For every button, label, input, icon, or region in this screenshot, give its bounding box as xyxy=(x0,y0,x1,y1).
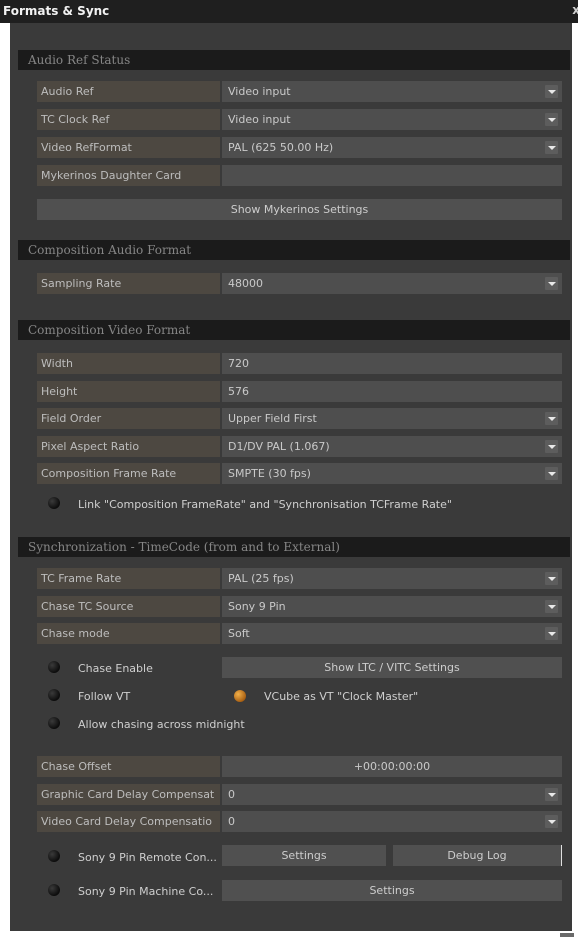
vcube-clock-master-label: VCube as VT "Clock Master" xyxy=(264,690,419,703)
chevron-down-icon[interactable] xyxy=(545,815,558,828)
chevron-down-icon[interactable] xyxy=(545,440,558,453)
mykerinos-card-label: Mykerinos Daughter Card xyxy=(37,165,220,186)
audio-ref-label: Audio Ref xyxy=(37,81,220,102)
graphic-card-delay-row: Graphic Card Delay Compensat 0 xyxy=(37,784,562,805)
sampling-rate-row: Sampling Rate 48000 xyxy=(37,273,562,294)
chevron-down-icon[interactable] xyxy=(545,113,558,126)
chevron-down-icon[interactable] xyxy=(545,467,558,480)
sony-machine-label: Sony 9 Pin Machine Co... xyxy=(78,885,214,898)
chevron-down-icon[interactable] xyxy=(545,141,558,154)
sampling-rate-label: Sampling Rate xyxy=(37,273,220,294)
link-frame-rate-toggle[interactable] xyxy=(48,497,60,509)
section-header-composition-video: Composition Video Format xyxy=(18,320,570,340)
audio-ref-select[interactable]: Video input xyxy=(222,81,562,102)
mykerinos-card-value xyxy=(222,165,562,186)
section-header-audio-ref-status: Audio Ref Status xyxy=(18,50,570,70)
tc-frame-rate-select[interactable]: PAL (25 fps) xyxy=(222,568,562,589)
chevron-down-icon[interactable] xyxy=(545,572,558,585)
chase-mode-select[interactable]: Soft xyxy=(222,623,562,644)
video-card-delay-label: Video Card Delay Compensatio xyxy=(37,811,220,832)
field-order-row: Field Order Upper Field First xyxy=(37,408,562,429)
chevron-down-icon[interactable] xyxy=(545,85,558,98)
chase-enable-toggle[interactable] xyxy=(48,661,60,673)
tc-clock-ref-select[interactable]: Video input xyxy=(222,109,562,130)
video-ref-format-row: Video RefFormat PAL (625 50.00 Hz) xyxy=(37,137,562,158)
chevron-down-icon[interactable] xyxy=(545,788,558,801)
chase-mode-row: Chase mode Soft xyxy=(37,623,562,644)
section-header-synchronization: Synchronization - TimeCode (from and to … xyxy=(18,537,570,557)
video-ref-format-select[interactable]: PAL (625 50.00 Hz) xyxy=(222,137,562,158)
video-card-delay-select[interactable]: 0 xyxy=(222,811,562,832)
width-row: Width 720 xyxy=(37,353,562,374)
pixel-aspect-select[interactable]: D1/DV PAL (1.067) xyxy=(222,436,562,457)
tc-frame-rate-row: TC Frame Rate PAL (25 fps) xyxy=(37,568,562,589)
width-label: Width xyxy=(37,353,220,374)
tc-frame-rate-label: TC Frame Rate xyxy=(37,568,220,589)
show-ltc-vitc-settings-button[interactable]: Show LTC / VITC Settings xyxy=(222,657,562,678)
height-row: Height 576 xyxy=(37,381,562,402)
close-icon[interactable]: x xyxy=(572,3,578,17)
chase-mode-label: Chase mode xyxy=(37,623,220,644)
video-card-delay-row: Video Card Delay Compensatio 0 xyxy=(37,811,562,832)
sony-machine-settings-button[interactable]: Settings xyxy=(222,880,562,901)
chase-offset-row: Chase Offset +00:00:00:00 xyxy=(37,756,562,777)
debug-log-button[interactable]: Debug Log xyxy=(393,845,562,866)
chase-tc-source-row: Chase TC Source Sony 9 Pin xyxy=(37,596,562,617)
chevron-down-icon[interactable] xyxy=(545,600,558,613)
mykerinos-card-row: Mykerinos Daughter Card xyxy=(37,165,562,186)
composition-frame-rate-row: Composition Frame Rate SMPTE (30 fps) xyxy=(37,463,562,484)
chase-tc-source-select[interactable]: Sony 9 Pin xyxy=(222,596,562,617)
pixel-aspect-label: Pixel Aspect Ratio xyxy=(37,436,220,457)
resize-handle[interactable] xyxy=(560,933,574,937)
show-mykerinos-settings-button[interactable]: Show Mykerinos Settings xyxy=(37,199,562,220)
composition-frame-rate-select[interactable]: SMPTE (30 fps) xyxy=(222,463,562,484)
height-field[interactable]: 576 xyxy=(222,381,562,402)
sony-remote-settings-button[interactable]: Settings xyxy=(222,845,386,866)
graphic-card-delay-label: Graphic Card Delay Compensat xyxy=(37,784,220,805)
field-order-label: Field Order xyxy=(37,408,220,429)
chevron-down-icon[interactable] xyxy=(545,627,558,640)
audio-ref-row: Audio Ref Video input xyxy=(37,81,562,102)
chase-offset-field[interactable]: +00:00:00:00 xyxy=(222,756,562,777)
vcube-clock-master-toggle[interactable] xyxy=(234,690,246,702)
window-title: Formats & Sync xyxy=(3,4,110,18)
title-bar: Formats & Sync x xyxy=(0,0,578,23)
link-frame-rate-label: Link "Composition FrameRate" and "Synchr… xyxy=(78,498,452,511)
follow-vt-toggle[interactable] xyxy=(48,689,60,701)
chase-tc-source-label: Chase TC Source xyxy=(37,596,220,617)
tc-clock-ref-label: TC Clock Ref xyxy=(37,109,220,130)
section-header-composition-audio: Composition Audio Format xyxy=(18,240,570,260)
pixel-aspect-row: Pixel Aspect Ratio D1/DV PAL (1.067) xyxy=(37,436,562,457)
composition-frame-rate-label: Composition Frame Rate xyxy=(37,463,220,484)
video-ref-format-label: Video RefFormat xyxy=(37,137,220,158)
chase-offset-label: Chase Offset xyxy=(37,756,220,777)
field-order-select[interactable]: Upper Field First xyxy=(222,408,562,429)
follow-vt-label: Follow VT xyxy=(78,690,131,703)
allow-chasing-midnight-toggle[interactable] xyxy=(48,717,60,729)
sony-remote-label: Sony 9 Pin Remote Con... xyxy=(78,851,217,864)
allow-chasing-midnight-label: Allow chasing across midnight xyxy=(78,718,245,731)
chevron-down-icon[interactable] xyxy=(545,412,558,425)
graphic-card-delay-select[interactable]: 0 xyxy=(222,784,562,805)
chevron-down-icon[interactable] xyxy=(545,277,558,290)
sony-machine-toggle[interactable] xyxy=(48,884,60,896)
sampling-rate-select[interactable]: 48000 xyxy=(222,273,562,294)
tc-clock-ref-row: TC Clock Ref Video input xyxy=(37,109,562,130)
chase-enable-label: Chase Enable xyxy=(78,662,153,675)
height-label: Height xyxy=(37,381,220,402)
width-field[interactable]: 720 xyxy=(222,353,562,374)
sony-remote-toggle[interactable] xyxy=(48,850,60,862)
